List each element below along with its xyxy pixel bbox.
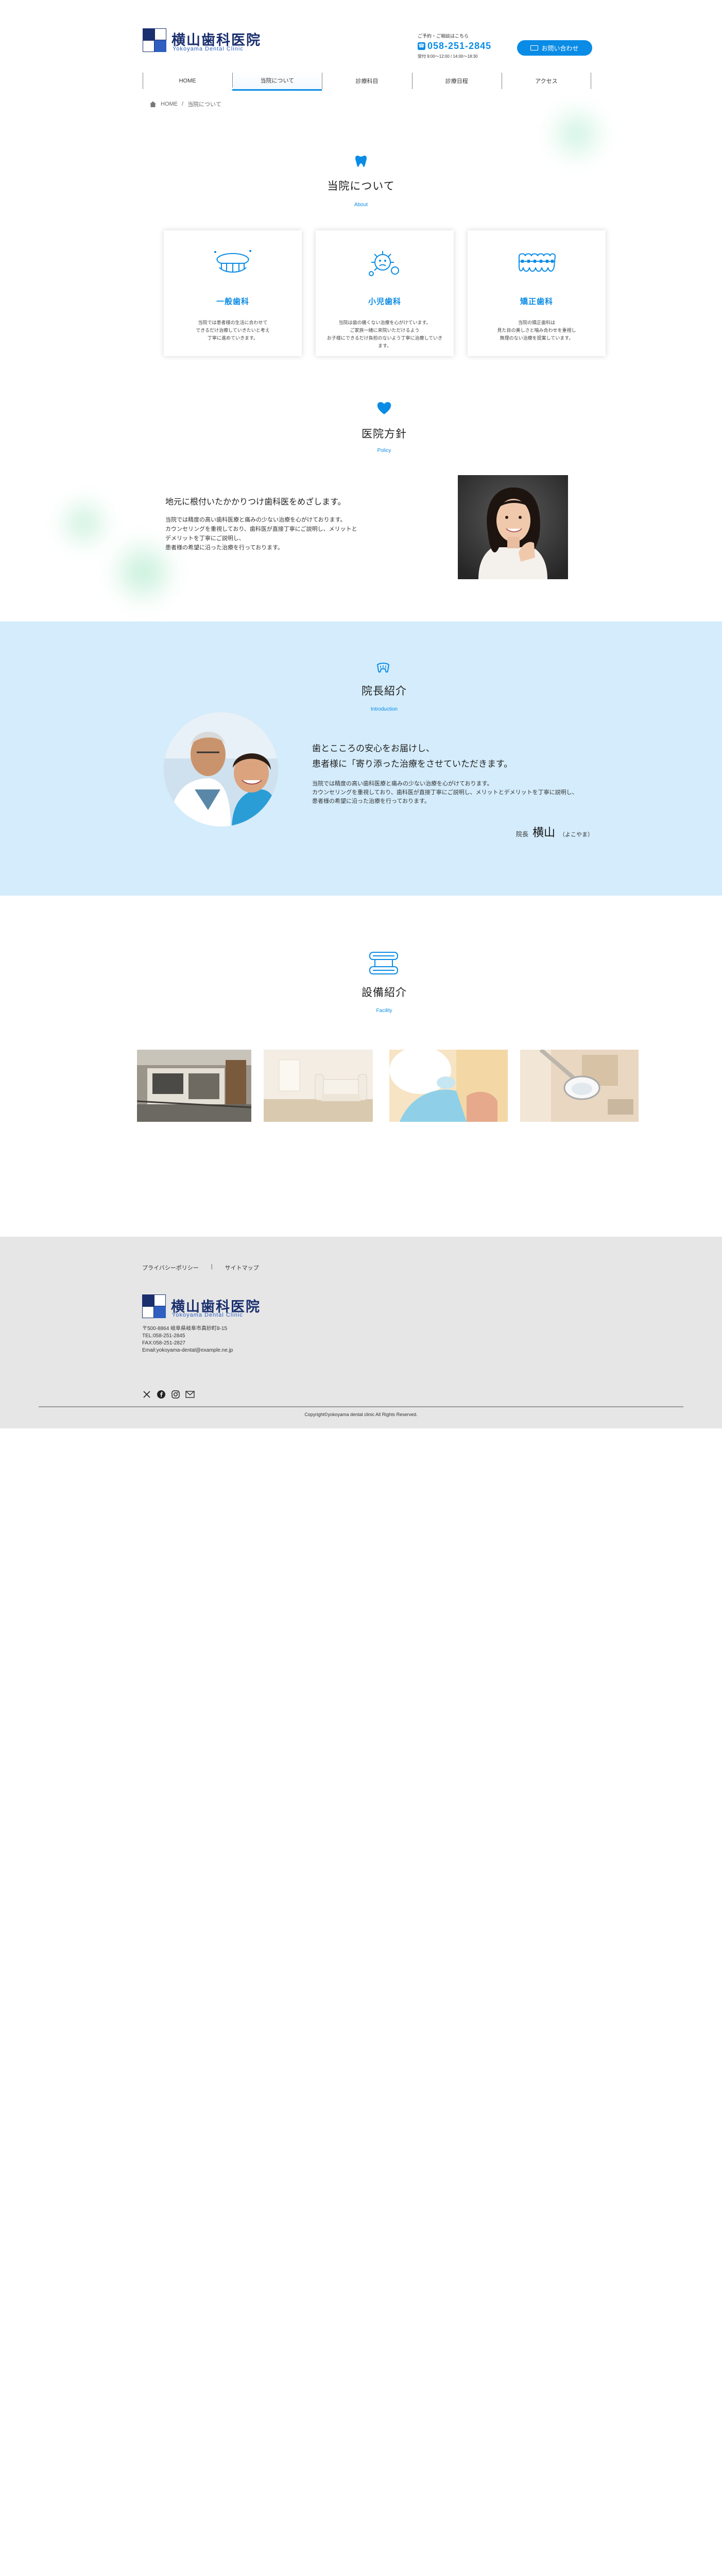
policy-title: 医院方針 bbox=[362, 428, 407, 440]
director-name-reading: （よこやま） bbox=[559, 832, 594, 838]
director-photo bbox=[164, 712, 278, 827]
director-message: 歯とこころの安心をお届けし、 患者様に「寄り添った治療をさせていただきます。 bbox=[312, 744, 513, 769]
footer-address: 〒500-8864 岐阜県岐阜市真砂町8-15 TEL:058-251-2845… bbox=[142, 1326, 233, 1353]
heart-icon bbox=[376, 401, 392, 418]
tooth-icon bbox=[353, 154, 369, 172]
nav-schedule[interactable]: 診療日程 bbox=[411, 71, 502, 91]
facility-photo-treatment[interactable] bbox=[389, 1050, 508, 1122]
breadcrumb: HOME / 当院について bbox=[149, 100, 221, 108]
logo-subtitle: Yokoyama Dental Clinic bbox=[173, 46, 244, 52]
office-hours: 受付 9:00〜12:00 / 14:00〜18:30 bbox=[418, 54, 478, 59]
service-card-general[interactable]: 一般歯科 当院では患者様の生活に合わせて できるだけ治療していきたいと考え 丁寧… bbox=[164, 230, 302, 356]
mail-icon bbox=[530, 45, 539, 50]
braces-icon bbox=[519, 253, 556, 272]
policy-body: 当院では精度の高い歯科医療と痛みの少ない治療を心がけております。 カウンセリング… bbox=[165, 517, 357, 551]
service-card-title: 矯正歯科 bbox=[520, 297, 553, 306]
copyright: Copyright©yokoyama dental clinic All Rig… bbox=[304, 1412, 418, 1417]
breadcrumb-home[interactable]: HOME bbox=[161, 101, 178, 107]
nav-home[interactable]: HOME bbox=[143, 71, 232, 91]
footer-logo-mark[interactable] bbox=[142, 1294, 166, 1319]
service-card-text: 当院では患者様の生活に合わせて できるだけ治療していきたいと考え 丁寧に進めてい… bbox=[196, 320, 270, 341]
footer-link-separator: | bbox=[211, 1264, 213, 1270]
phone-icon: ☎ bbox=[418, 42, 425, 50]
logo-mark[interactable] bbox=[142, 28, 167, 53]
facility-en: Facility bbox=[376, 1008, 392, 1014]
breadcrumb-separator: / bbox=[182, 101, 184, 107]
about-en: About bbox=[354, 202, 368, 208]
service-card-title: 小児歯科 bbox=[368, 297, 401, 306]
germ-icon bbox=[369, 251, 399, 276]
nav-access[interactable]: アクセス bbox=[501, 71, 592, 91]
global-nav: HOME 当院について 診療科目 診療日程 アクセス bbox=[143, 71, 592, 91]
footer-links: プライバシーポリシー | サイトマップ bbox=[142, 1264, 259, 1272]
contact-button[interactable]: お問い合わせ bbox=[517, 40, 592, 56]
facebook-icon[interactable] bbox=[157, 1390, 166, 1399]
decor-blob bbox=[56, 495, 112, 551]
teeth-icon bbox=[214, 250, 251, 273]
contact-button-label: お問い合わせ bbox=[541, 44, 579, 52]
about-title: 当院について bbox=[327, 180, 395, 192]
doctor-photo bbox=[458, 475, 568, 579]
tel-row[interactable]: ☎ 058-251-2845 bbox=[418, 40, 491, 52]
service-card-pediatric[interactable]: 小児歯科 当院は歯の痛くない治療を心がけています。 ご家族一緒に来院いただけるよ… bbox=[316, 230, 454, 356]
director-name: 横山 bbox=[532, 826, 556, 839]
director-en: Introduction bbox=[370, 706, 398, 712]
x-icon[interactable] bbox=[142, 1390, 151, 1399]
service-card-text: 当院の矯正歯科は 見た目の美しさと噛み合わせを重視し 無理のない治療を提案してい… bbox=[497, 320, 576, 341]
policy-heading: 地元に根付いたかかりつけ歯科医をめざします。 bbox=[165, 498, 346, 507]
nav-treatments[interactable]: 診療科目 bbox=[322, 71, 411, 91]
director-title: 院長紹介 bbox=[362, 685, 407, 697]
decor-blob bbox=[546, 103, 608, 165]
breadcrumb-current: 当院について bbox=[187, 102, 221, 108]
sitemap-link[interactable]: サイトマップ bbox=[225, 1264, 259, 1272]
mail-icon[interactable] bbox=[185, 1390, 195, 1399]
tel-number[interactable]: 058-251-2845 bbox=[427, 41, 491, 52]
facility-photo-waiting-room[interactable] bbox=[264, 1050, 373, 1122]
tooth-outline-icon bbox=[376, 662, 390, 677]
policy-en: Policy bbox=[377, 448, 391, 453]
director-role: 院長 bbox=[516, 831, 529, 838]
social-links bbox=[142, 1390, 195, 1399]
tel-note: ご予約・ご相談はこちら bbox=[418, 33, 469, 39]
dental-chair-icon bbox=[369, 951, 399, 980]
service-card-orthodontic[interactable]: 矯正歯科 当院の矯正歯科は 見た目の美しさと噛み合わせを重視し 無理のない治療を… bbox=[468, 230, 606, 356]
footer-divider bbox=[39, 1406, 683, 1407]
facility-photo-dental-light[interactable] bbox=[520, 1050, 639, 1122]
nav-about[interactable]: 当院について bbox=[232, 71, 322, 91]
service-card-title: 一般歯科 bbox=[216, 297, 249, 306]
service-card-text: 当院は歯の痛くない治療を心がけています。 ご家族一緒に来院いただけるよう お子様… bbox=[326, 320, 443, 348]
home-icon[interactable] bbox=[149, 100, 157, 108]
footer-logo-subtitle: Yokoyama Dental Clinic bbox=[172, 1312, 243, 1318]
privacy-policy-link[interactable]: プライバシーポリシー bbox=[142, 1264, 199, 1272]
footer bbox=[0, 1237, 722, 1428]
director-signature: 院長 横山 （よこやま） bbox=[516, 823, 593, 840]
instagram-icon[interactable] bbox=[171, 1390, 180, 1399]
director-body: 当院では精度の高い歯科医療と痛みの少ない治療を心がけております。 カウンセリング… bbox=[312, 781, 578, 804]
facility-photo-exterior[interactable] bbox=[137, 1050, 251, 1122]
facility-title: 設備紹介 bbox=[362, 987, 407, 999]
